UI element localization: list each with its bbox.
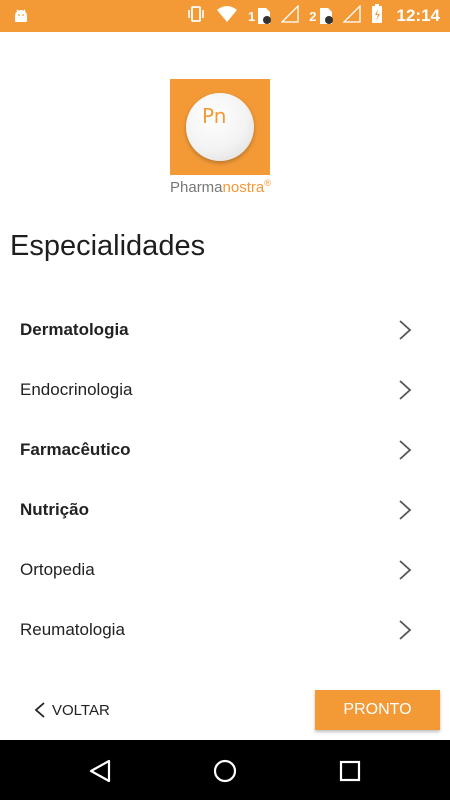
- list-item-label: Ortopedia: [20, 560, 95, 579]
- list-item-label: Dermatologia: [20, 320, 129, 339]
- signal-icon: [341, 3, 361, 28]
- sim1-label: 1: [248, 8, 256, 24]
- page-title: Especialidades: [10, 230, 206, 262]
- sim2-label: 2: [309, 8, 317, 24]
- logo-badge: Pn: [170, 79, 270, 175]
- signal-icon: [280, 3, 299, 28]
- list-item[interactable]: Endocrinologia: [0, 360, 450, 420]
- battery-icon: [371, 3, 383, 29]
- list-item[interactable]: Farmacêutico: [0, 420, 450, 480]
- chevron-right-icon: [399, 620, 412, 640]
- chevron-left-icon: [34, 702, 45, 718]
- brand-name-part1: Pharma: [170, 179, 223, 196]
- sim1-indicator: 1: [248, 7, 272, 25]
- android-debug-icon: [12, 7, 30, 30]
- specialties-list: Dermatologia Endocrinologia Farmacêutico…: [0, 300, 450, 660]
- navigation-bar: [0, 740, 450, 800]
- brand-logo: Pn Pharmanostra®: [170, 79, 280, 196]
- done-button[interactable]: PRONTO: [315, 690, 440, 730]
- back-icon[interactable]: [87, 758, 113, 784]
- list-item-label: Nutrição: [20, 500, 89, 519]
- done-button-label: PRONTO: [343, 701, 412, 718]
- status-clock: 12:14: [396, 6, 440, 25]
- chevron-right-icon: [399, 320, 412, 340]
- sim2-indicator: 2: [309, 7, 333, 25]
- recents-icon[interactable]: [337, 758, 363, 784]
- list-item[interactable]: Ortopedia: [0, 540, 450, 600]
- sim-card-icon: [319, 8, 333, 24]
- list-item-label: Endocrinologia: [20, 380, 133, 399]
- sim-card-icon: [258, 8, 272, 24]
- brand-name-part2: nostra: [222, 179, 265, 196]
- list-item[interactable]: Dermatologia: [0, 300, 450, 360]
- list-item[interactable]: Nutrição: [0, 480, 450, 540]
- list-item-label: Reumatologia: [20, 620, 125, 639]
- chevron-right-icon: [399, 500, 412, 520]
- vibrate-icon: [186, 5, 206, 28]
- brand-name: Pharmanostra®: [170, 178, 280, 196]
- back-button[interactable]: VOLTAR: [34, 689, 110, 731]
- chevron-right-icon: [399, 440, 412, 460]
- list-item-label: Farmacêutico: [20, 440, 131, 459]
- list-item[interactable]: Reumatologia: [0, 600, 450, 660]
- wifi-icon: [216, 5, 238, 28]
- chevron-right-icon: [399, 560, 412, 580]
- logo-monogram: Pn: [202, 104, 227, 128]
- chevron-right-icon: [399, 380, 412, 400]
- status-bar: 1 2 12:14: [0, 0, 450, 32]
- registered-mark: ®: [264, 178, 271, 188]
- action-bar: VOLTAR PRONTO: [0, 689, 450, 731]
- home-icon[interactable]: [212, 758, 238, 784]
- back-button-label: VOLTAR: [52, 701, 110, 719]
